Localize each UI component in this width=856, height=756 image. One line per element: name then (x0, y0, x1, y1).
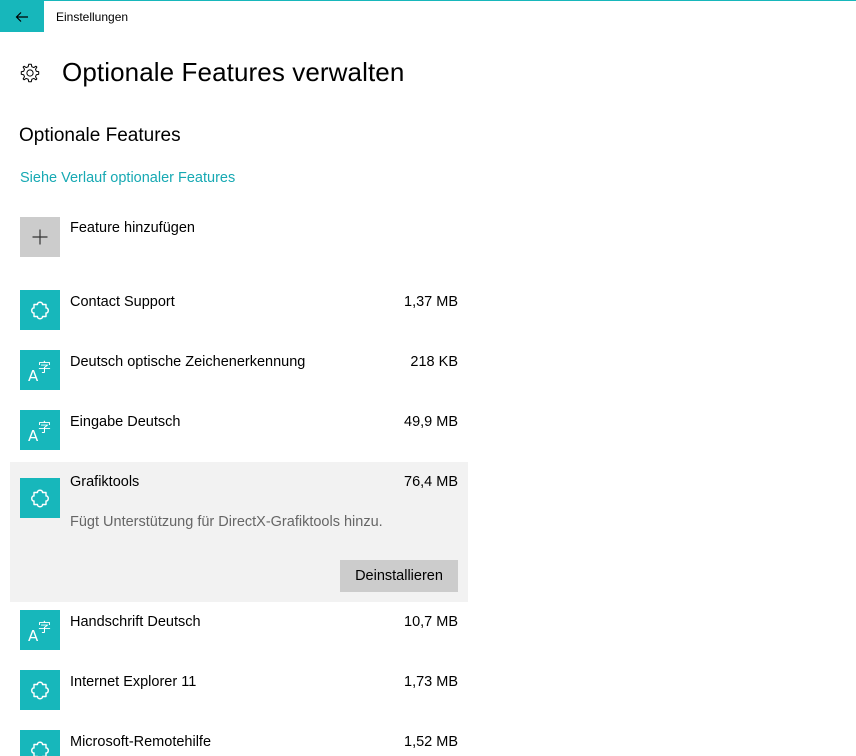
app-title: Einstellungen (56, 10, 129, 24)
feature-item-graphics-tools[interactable]: Grafiktools 76,4 MB Fügt Unterstützung f… (10, 462, 468, 602)
add-tile (20, 217, 60, 257)
feature-size: 76,4 MB (404, 474, 458, 490)
feature-item-input-german[interactable]: A字 Eingabe Deutsch 49,9 MB (10, 410, 468, 450)
feature-size: 10,7 MB (404, 614, 458, 630)
gear-icon (20, 63, 40, 82)
svg-text:字: 字 (38, 621, 51, 636)
feature-size: 218 KB (410, 354, 458, 370)
svg-text:字: 字 (38, 361, 51, 376)
language-icon: A字 (20, 410, 60, 450)
back-button[interactable] (0, 1, 44, 32)
feature-name: Contact Support (70, 294, 175, 310)
feature-item-handwriting-german[interactable]: A字 Handschrift Deutsch 10,7 MB (10, 610, 468, 650)
feature-size: 49,9 MB (404, 414, 458, 430)
uninstall-button[interactable]: Deinstallieren (340, 560, 458, 592)
feature-name: Microsoft-Remotehilfe (70, 734, 212, 750)
svg-text:字: 字 (38, 421, 51, 436)
back-arrow-icon (15, 11, 28, 22)
feature-name: Handschrift Deutsch (70, 614, 201, 630)
page-title: Optionale Features verwalten (62, 57, 405, 87)
feature-item-internet-explorer[interactable]: Internet Explorer 11 1,73 MB (10, 670, 468, 710)
feature-item-contact-support[interactable]: Contact Support 1,37 MB (10, 290, 468, 330)
plus-icon (32, 229, 48, 245)
feature-name: Internet Explorer 11 (70, 674, 197, 690)
add-feature-label: Feature hinzufügen (70, 220, 195, 236)
feature-history-link[interactable]: Siehe Verlauf optionaler Features (20, 170, 235, 186)
language-icon: A字 (20, 610, 60, 650)
feature-name: Grafiktools (70, 474, 140, 490)
feature-size: 1,52 MB (404, 734, 458, 750)
puzzle-icon (20, 478, 60, 518)
add-feature-button[interactable]: Feature hinzufügen (20, 217, 195, 257)
page-header: Optionale Features verwalten (19, 57, 404, 88)
puzzle-icon (20, 670, 60, 710)
puzzle-icon (20, 290, 60, 330)
puzzle-icon (20, 730, 60, 756)
feature-item-remote-assistance[interactable]: Microsoft-Remotehilfe 1,52 MB (10, 730, 468, 756)
feature-size: 1,73 MB (404, 674, 458, 690)
section-title: Optionale Features (19, 125, 181, 146)
feature-name: Deutsch optische Zeichenerkennung (70, 354, 306, 370)
language-icon: A字 (20, 350, 60, 390)
title-bar: Einstellungen (0, 0, 856, 32)
feature-size: 1,37 MB (404, 294, 458, 310)
feature-item-ocr-german[interactable]: A字 Deutsch optische Zeichenerkennung 218… (10, 350, 468, 390)
feature-name: Eingabe Deutsch (70, 414, 181, 430)
feature-description: Fügt Unterstützung für DirectX-Grafiktoo… (70, 514, 383, 530)
